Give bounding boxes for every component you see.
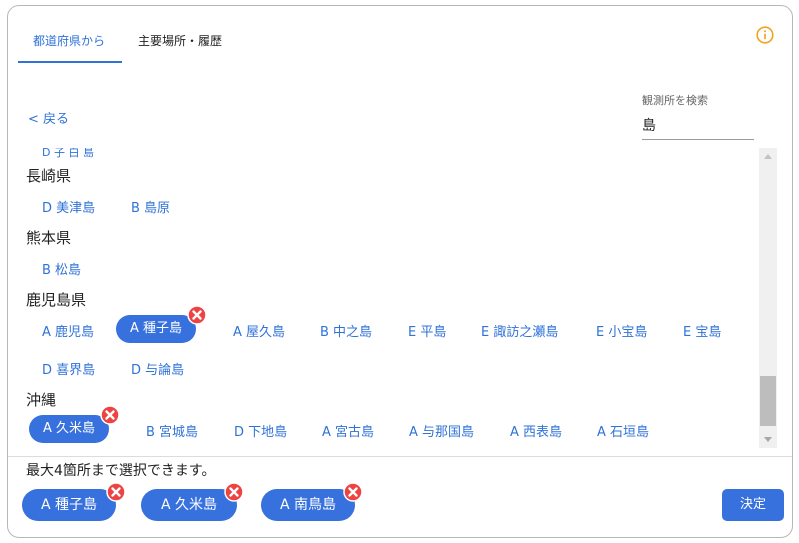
station-link[interactable]: E 平島 <box>408 321 446 340</box>
remove-selection-icon[interactable] <box>343 482 363 502</box>
station-link[interactable]: E 諏訪之瀬島 <box>481 321 558 340</box>
clipped-station-row: D 子 白 島 <box>42 148 94 159</box>
station-link[interactable]: A 鹿児島 <box>42 321 94 340</box>
remove-selection-icon[interactable] <box>100 405 120 425</box>
selected-chip[interactable]: A 南鳥島 <box>261 489 355 521</box>
remove-selection-icon[interactable] <box>106 482 126 502</box>
station-link[interactable]: A 与那国島 <box>409 421 474 440</box>
station-link[interactable]: B 松島 <box>42 259 81 278</box>
search-input[interactable] <box>642 111 754 140</box>
prefecture-heading-nagasaki: 長崎県 <box>26 167 72 185</box>
station-link[interactable]: D 与論島 <box>131 359 184 378</box>
info-icon[interactable] <box>756 26 774 44</box>
prefecture-heading-okinawa: 沖縄 <box>26 391 57 409</box>
confirm-button[interactable]: 決定 <box>722 489 784 521</box>
back-link[interactable]: < 戻る <box>28 108 69 127</box>
station-list: D 子 白 島 長崎県 D 美津島 B 島原 熊本県 B 松島 鹿児島県 A 鹿… <box>8 148 778 452</box>
station-link[interactable]: D 喜界島 <box>42 359 95 378</box>
station-link[interactable]: B 宮城島 <box>146 421 198 440</box>
station-link[interactable]: B 中之島 <box>320 321 372 340</box>
selected-chip[interactable]: A 種子島 <box>22 489 116 521</box>
prefecture-heading-kagoshima: 鹿児島県 <box>26 291 87 309</box>
scroll-up-arrow-icon[interactable] <box>764 154 772 159</box>
station-link[interactable]: D 下地島 <box>234 421 287 440</box>
tab-main-places-history[interactable]: 主要場所・履歴 <box>138 32 222 49</box>
station-link[interactable]: A 西表島 <box>510 421 562 440</box>
scroll-down-arrow-icon[interactable] <box>764 437 772 442</box>
station-link[interactable]: E 小宝島 <box>596 321 647 340</box>
scrollbar-thumb[interactable] <box>760 376 776 426</box>
station-link[interactable]: A 屋久島 <box>233 321 285 340</box>
search-label: 観測所を検索 <box>642 94 708 107</box>
station-link[interactable]: A 宮古島 <box>322 421 374 440</box>
station-link[interactable]: A 石垣島 <box>597 421 649 440</box>
station-link[interactable]: D 美津島 <box>42 197 95 216</box>
station-picker-dialog: 都道府県から 主要場所・履歴 < 戻る 観測所を検索 D 子 白 島 長崎県 D… <box>7 5 793 538</box>
remove-selection-icon[interactable] <box>187 305 207 325</box>
selected-chip[interactable]: A 久米島 <box>141 489 237 521</box>
divider <box>8 456 792 457</box>
selected-station-chip[interactable]: A 久米島 <box>29 415 109 443</box>
tab-by-prefecture[interactable]: 都道府県から <box>33 32 105 49</box>
prefecture-heading-kumamoto: 熊本県 <box>26 229 72 247</box>
selection-limit-note: 最大4箇所まで選択できます。 <box>26 463 216 479</box>
station-link[interactable]: B 島原 <box>131 197 170 216</box>
remove-selection-icon[interactable] <box>224 482 244 502</box>
station-link[interactable]: E 宝島 <box>683 321 721 340</box>
selected-station-chip[interactable]: A 種子島 <box>116 315 196 343</box>
active-tab-indicator <box>18 61 122 63</box>
scrollbar[interactable] <box>759 148 777 448</box>
